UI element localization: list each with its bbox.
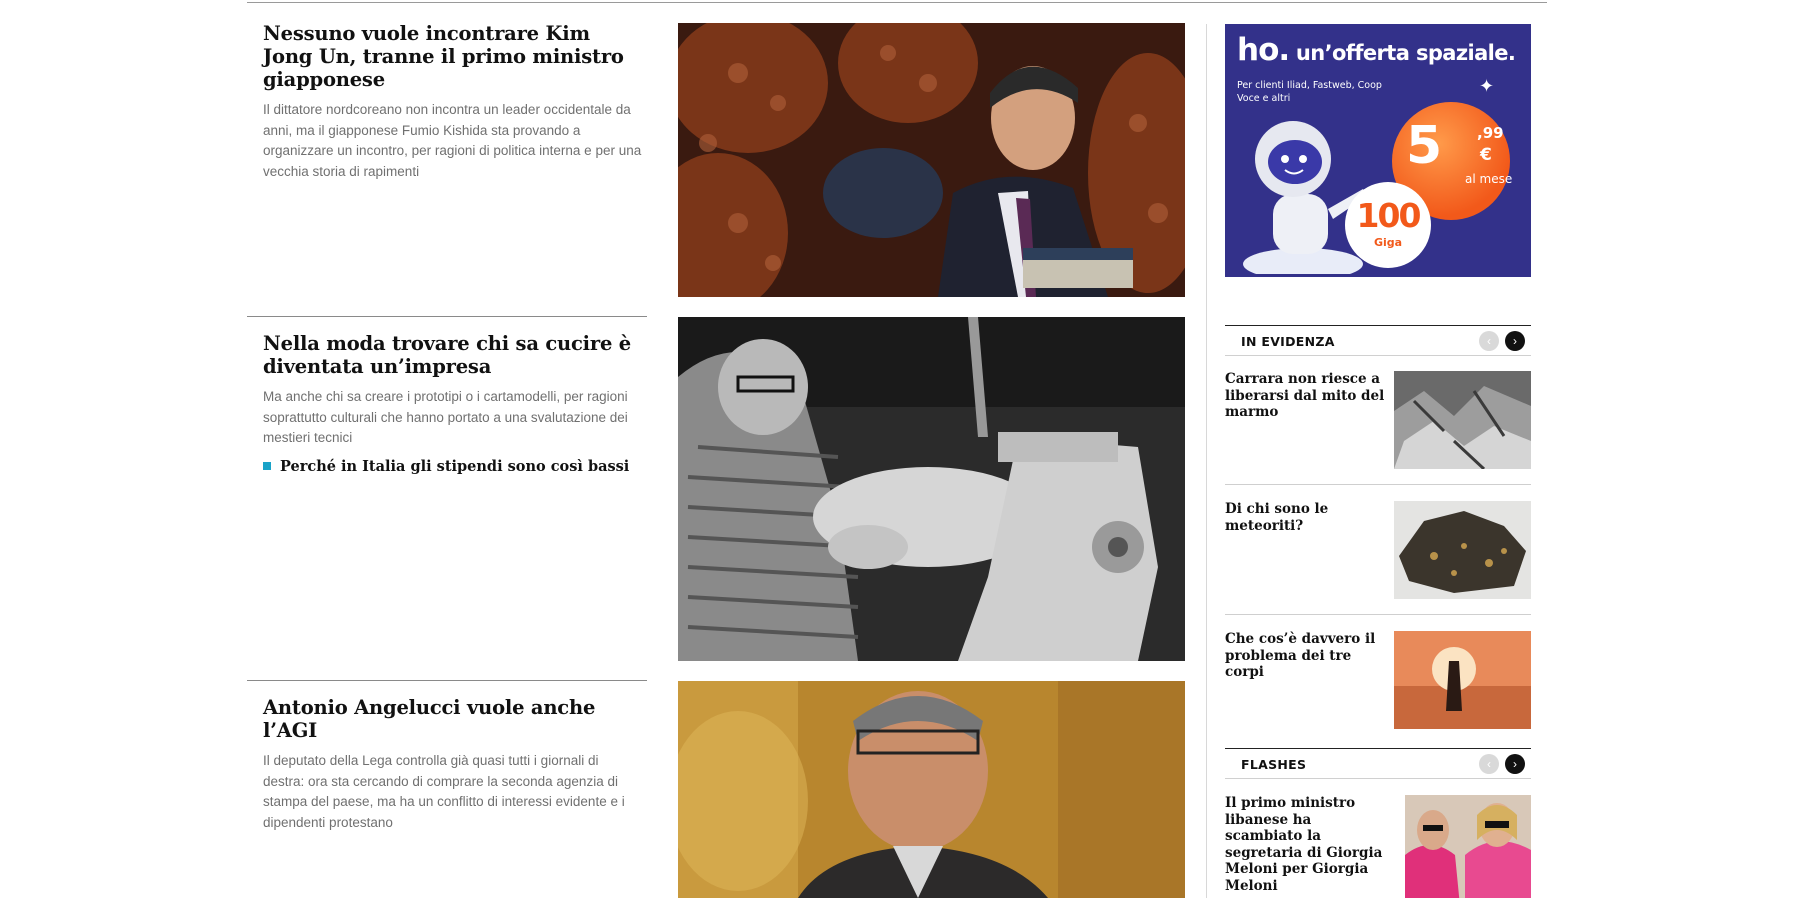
article-title[interactable]: Antonio Angelucci vuole anche l’AGI: [263, 696, 643, 742]
carousel-prev-button[interactable]: ‹: [1479, 331, 1499, 351]
sidebar-thumb-marble[interactable]: [1394, 371, 1531, 469]
ad-currency: €: [1480, 145, 1492, 165]
column-divider: [1206, 24, 1207, 898]
ad-subtitle: Per clienti Iliad, Fastweb, Coop Voce e …: [1237, 80, 1382, 104]
related-link[interactable]: Perché in Italia gli stipendi sono così …: [263, 458, 643, 475]
carousel-next-button[interactable]: ›: [1505, 754, 1525, 774]
sidebar-divider: [1225, 614, 1531, 615]
ad-price-cents: ,99: [1477, 124, 1504, 142]
top-divider: [247, 2, 1547, 3]
astronaut-icon: [1243, 121, 1367, 274]
flash-thumb[interactable]: [1405, 795, 1531, 898]
flashes-header: FLASHES ‹ ›: [1225, 748, 1531, 779]
ad-price: 5: [1406, 116, 1442, 176]
flash-item-title[interactable]: Il primo ministro libanese ha scambiato …: [1225, 795, 1385, 894]
sidebar-thumb-meteorite[interactable]: [1394, 501, 1531, 599]
section-label: IN EVIDENZA: [1241, 334, 1335, 349]
article-title[interactable]: Nessuno vuole incontrare Kim Jong Un, tr…: [263, 22, 643, 91]
carousel-next-button[interactable]: ›: [1505, 331, 1525, 351]
article-divider: [247, 680, 647, 681]
ad-data-unit: Giga: [1373, 236, 1403, 249]
article-photo-angelucci[interactable]: [678, 681, 1185, 898]
sidebar-item-title[interactable]: Che cos’è davvero il problema dei tre co…: [1225, 631, 1385, 681]
sidebar-divider: [1225, 484, 1531, 485]
article-summary: Il dittatore nordcoreano non incontra un…: [263, 102, 642, 179]
in-evidenza-header: IN EVIDENZA ‹ ›: [1225, 325, 1531, 356]
section-label: FLASHES: [1241, 757, 1307, 772]
article-photo-sewing[interactable]: [678, 317, 1185, 661]
ad-data-amount: 100: [1356, 196, 1422, 235]
sidebar-thumb-three-body[interactable]: [1394, 631, 1531, 729]
bullet-square-icon: [263, 462, 271, 470]
article-title[interactable]: Nella moda trovare chi sa cucire è diven…: [263, 332, 643, 378]
sparkle-icon: ✦: [1479, 76, 1495, 96]
article-summary: Il deputato della Lega controlla già qua…: [263, 753, 625, 830]
article-summary: Ma anche chi sa creare i prototipi o i c…: [263, 389, 628, 445]
related-link-label[interactable]: Perché in Italia gli stipendi sono così …: [280, 458, 629, 475]
sidebar-item-title[interactable]: Carrara non riesce a liberarsi dal mito …: [1225, 371, 1385, 421]
carousel-prev-button[interactable]: ‹: [1479, 754, 1499, 774]
article-divider: [247, 316, 647, 317]
sidebar-item-title[interactable]: Di chi sono le meteoriti?: [1225, 501, 1385, 534]
article-photo-kishida[interactable]: [678, 23, 1185, 297]
ad-period: al mese: [1465, 172, 1513, 186]
ad-headline: ho. un’offerta spaziale.: [1237, 32, 1516, 68]
advertisement-banner[interactable]: ho. un’offerta spaziale. Per clienti Ili…: [1225, 24, 1531, 277]
